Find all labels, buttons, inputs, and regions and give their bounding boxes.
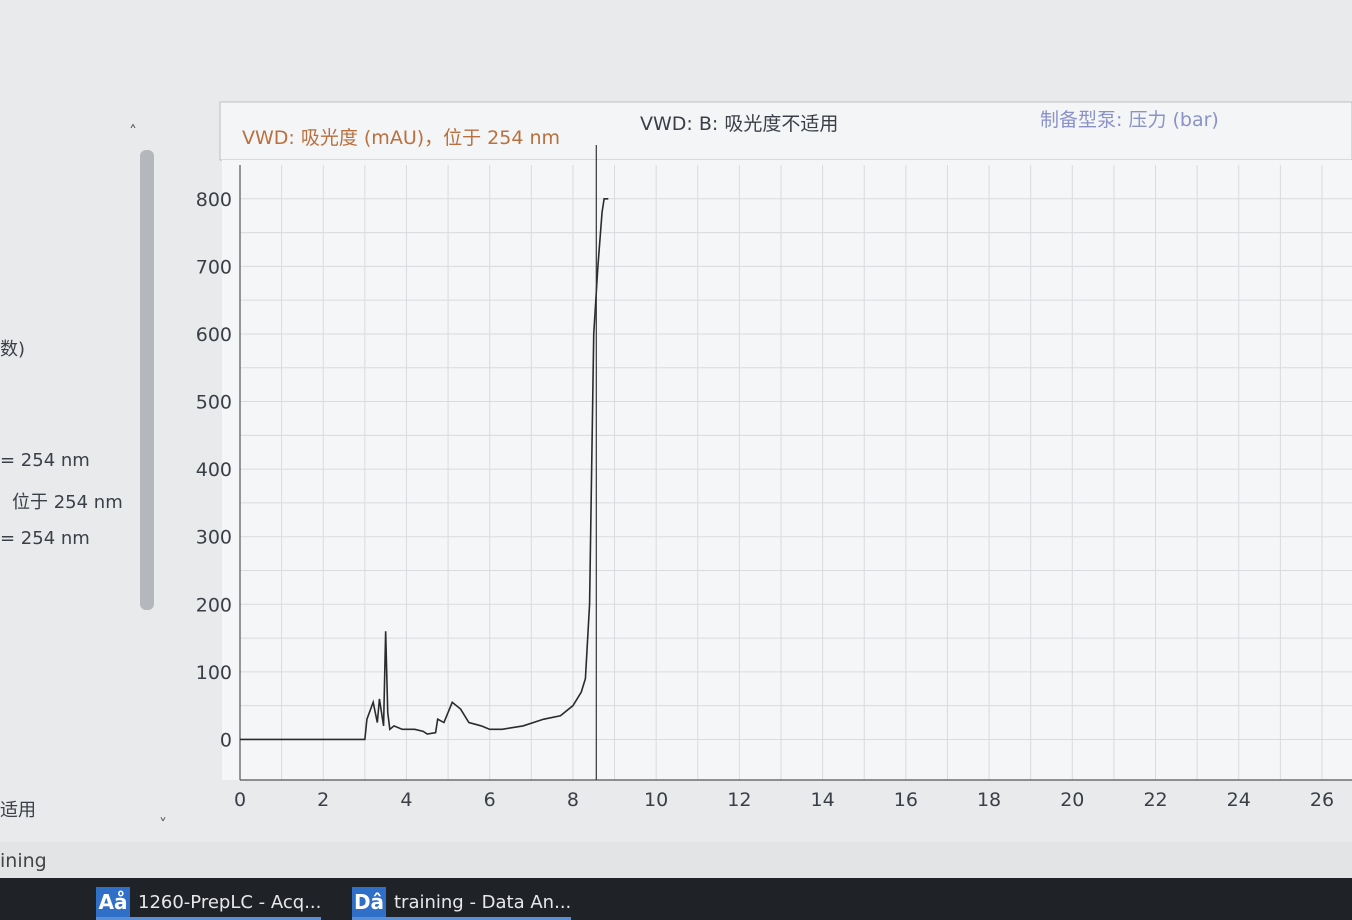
x-tick-label: 20: [1060, 789, 1084, 811]
plot-area-background: [222, 160, 1352, 780]
x-tick-label: 4: [400, 789, 412, 811]
y-tick-label: 400: [196, 459, 232, 481]
x-tick-label: 14: [811, 789, 835, 811]
x-tick-label: 22: [1143, 789, 1167, 811]
y-tick-label: 200: [196, 594, 232, 616]
x-tick-label: 26: [1310, 789, 1334, 811]
status-bar: ining: [0, 842, 1352, 878]
status-text: ining: [0, 850, 47, 872]
x-tick-label: 12: [727, 789, 751, 811]
taskbar-item-label: training - Data An...: [394, 891, 572, 913]
pump-pressure-header: 制备型泵: 压力 (bar): [1040, 109, 1219, 131]
chromatogram-chart[interactable]: VWD: 吸光度 (mAU)，位于 254 nm VWD: B: 吸光度不适用 …: [0, 0, 1352, 840]
y-tick-label: 600: [196, 324, 232, 346]
y-tick-label: 0: [220, 729, 232, 751]
taskbar-item-acquisition[interactable]: Aå 1260-PrepLC - Acq...: [96, 884, 322, 920]
acquisition-app-icon: Aå: [96, 887, 130, 917]
x-tick-label: 10: [644, 789, 668, 811]
x-tick-label: 8: [567, 789, 579, 811]
signal-a-header: VWD: 吸光度 (mAU)，位于 254 nm: [242, 127, 560, 149]
x-tick-label: 24: [1227, 789, 1251, 811]
y-tick-label: 500: [196, 392, 232, 414]
y-tick-label: 100: [196, 662, 232, 684]
taskbar-item-label: 1260-PrepLC - Acq...: [138, 891, 322, 913]
x-tick-label: 2: [317, 789, 329, 811]
signal-b-header: VWD: B: 吸光度不适用: [640, 113, 838, 135]
x-tick-label: 0: [234, 789, 246, 811]
chromatogram-svg: VWD: 吸光度 (mAU)，位于 254 nm VWD: B: 吸光度不适用 …: [196, 101, 1352, 811]
y-tick-label: 300: [196, 527, 232, 549]
x-tick-label: 16: [894, 789, 918, 811]
taskbar: Aå 1260-PrepLC - Acq... Dâ training - Da…: [0, 878, 1352, 920]
x-tick-label: 18: [977, 789, 1001, 811]
taskbar-item-data-analysis[interactable]: Dâ training - Data An...: [352, 884, 572, 920]
y-tick-label: 700: [196, 256, 232, 278]
y-tick-label: 800: [196, 189, 232, 211]
data-analysis-app-icon: Dâ: [352, 887, 386, 917]
x-tick-label: 6: [484, 789, 496, 811]
